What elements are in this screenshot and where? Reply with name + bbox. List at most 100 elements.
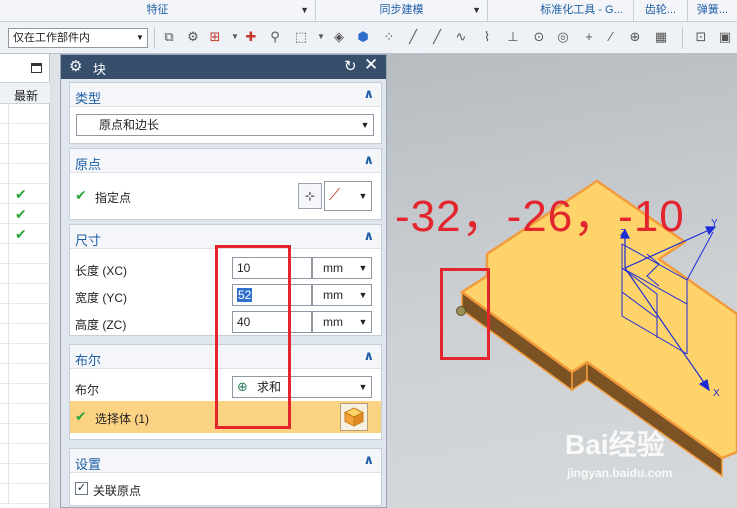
ribbon-group-standard-tools[interactable]: 标准化工具 - G...: [530, 0, 634, 21]
ribbon-group-sync-modeling[interactable]: 同步建模 ▼: [316, 0, 488, 21]
chevron-down-icon[interactable]: ▼: [355, 182, 371, 210]
list-item[interactable]: [0, 364, 50, 384]
line-icon[interactable]: ╱: [428, 28, 446, 46]
boolean-label: 布尔: [75, 383, 100, 397]
checkmark-icon: ✔: [15, 186, 27, 202]
ribbon-group-label: 标准化工具 - G...: [540, 4, 623, 16]
line-icon[interactable]: ╱: [404, 28, 422, 46]
chevron-down-icon[interactable]: ▼: [355, 285, 371, 305]
spline-icon[interactable]: ⌇: [478, 28, 496, 46]
selection-scope-value: 仅在工作部件内: [13, 32, 90, 44]
column-latest-label: 最新: [14, 89, 39, 103]
list-item[interactable]: ✔: [0, 224, 50, 244]
width-unit-select[interactable]: mm ▼: [312, 284, 372, 306]
list-item[interactable]: [0, 424, 50, 444]
chevron-up-icon[interactable]: ∧: [363, 86, 374, 102]
navigator-column-header[interactable]: 最新: [0, 82, 50, 104]
arc-center-icon[interactable]: ⊙: [530, 28, 548, 46]
ribbon-group-label: 特征: [146, 4, 169, 16]
rectangle-select-icon[interactable]: ⬚: [292, 28, 310, 46]
ribbon-group-features[interactable]: 特征 ▼: [0, 0, 316, 21]
list-item[interactable]: [0, 164, 50, 184]
list-item[interactable]: [0, 484, 50, 504]
section-header[interactable]: 设置 ∧: [70, 449, 381, 473]
gear-icon[interactable]: ⚙: [69, 57, 82, 75]
list-item[interactable]: [0, 264, 50, 284]
selection-scope-select[interactable]: 仅在工作部件内 ▼: [8, 28, 148, 48]
length-unit-select[interactable]: mm ▼: [312, 257, 372, 279]
chevron-down-icon[interactable]: ▼: [312, 28, 330, 46]
list-item[interactable]: [0, 124, 50, 144]
section-header[interactable]: 类型 ∧: [70, 83, 381, 107]
width-label: 宽度 (YC): [75, 291, 127, 305]
checkmark-icon: ✔: [15, 226, 27, 242]
chevron-up-icon[interactable]: ∧: [363, 348, 374, 364]
endpoint-icon[interactable]: ∕: [602, 28, 620, 46]
origin-section: 原点 ∧ ✔ 指定点 ⊹ ⟋ ▼: [69, 148, 382, 220]
chevron-down-icon[interactable]: ▼: [355, 377, 371, 397]
select-body-button[interactable]: [340, 403, 368, 431]
grid-icon[interactable]: ▦: [652, 28, 670, 46]
list-item[interactable]: [0, 284, 50, 304]
list-item[interactable]: ✔: [0, 204, 50, 224]
existing-point-icon[interactable]: +: [580, 28, 598, 46]
type-section: 类型 ∧ 原点和边长 ▼: [69, 82, 382, 144]
view-icon[interactable]: ▣: [716, 28, 734, 46]
chevron-up-icon[interactable]: ∧: [363, 452, 374, 468]
body-select-icon[interactable]: ⬢: [354, 28, 372, 46]
select-body-label: 选择体 (1): [95, 412, 150, 426]
link-icon[interactable]: ⚲: [266, 28, 284, 46]
x-axis-label: X: [713, 388, 720, 399]
face-select-icon[interactable]: ◈: [330, 28, 348, 46]
list-item[interactable]: [0, 344, 50, 364]
chevron-down-icon[interactable]: ▼: [133, 29, 147, 47]
feature-select-icon[interactable]: ⚙: [184, 28, 202, 46]
curve-icon[interactable]: ∿: [452, 28, 470, 46]
intersection-icon[interactable]: ⊥: [504, 28, 522, 46]
associative-origin-checkbox[interactable]: ✓: [75, 482, 88, 495]
list-item[interactable]: [0, 384, 50, 404]
list-item[interactable]: [0, 144, 50, 164]
chevron-up-icon[interactable]: ∧: [363, 228, 374, 244]
solid-body-icon: [343, 407, 365, 427]
selection-toolbar: 仅在工作部件内 ▼ ⧉ ⚙ ⊞ ▼ ✚ ⚲ ⬚ ▼ ◈ ⬢ ⁘ ╱ ╱ ∿ ⌇ …: [0, 22, 737, 54]
list-item[interactable]: [0, 324, 50, 344]
reset-icon[interactable]: ↻: [344, 57, 357, 75]
snap-point-icon[interactable]: ⊞: [206, 28, 224, 46]
point-constructor-icon[interactable]: ✚: [242, 28, 260, 46]
type-select[interactable]: 原点和边长 ▼: [76, 114, 374, 136]
list-item[interactable]: [0, 444, 50, 464]
chevron-up-icon[interactable]: ∧: [363, 152, 374, 168]
list-item[interactable]: [0, 464, 50, 484]
quadrant-point-icon[interactable]: ◎: [554, 28, 572, 46]
filter-icon[interactable]: ⧉: [160, 28, 178, 46]
height-unit-select[interactable]: mm ▼: [312, 311, 372, 333]
point-dialog-button[interactable]: ⊹: [298, 183, 322, 209]
point-type-select[interactable]: ⟋ ▼: [324, 181, 372, 211]
close-icon[interactable]: ✕: [364, 55, 378, 75]
section-header[interactable]: 原点 ∧: [70, 149, 381, 173]
list-item[interactable]: [0, 304, 50, 324]
width-unit: mm: [323, 288, 343, 302]
chevron-down-icon[interactable]: ▼: [355, 258, 371, 278]
list-item[interactable]: [0, 104, 50, 124]
highlight-box-inputs: [215, 245, 291, 429]
chevron-down-icon[interactable]: ▼: [300, 0, 309, 21]
zoom-fit-icon[interactable]: ⊡: [692, 28, 710, 46]
midpoint-icon[interactable]: ⊕: [626, 28, 644, 46]
height-unit: mm: [323, 315, 343, 329]
list-item[interactable]: [0, 404, 50, 424]
chevron-down-icon[interactable]: ▼: [355, 312, 371, 332]
maximize-icon[interactable]: [31, 63, 42, 73]
length-unit: mm: [323, 261, 343, 275]
chevron-down-icon[interactable]: ▼: [357, 115, 373, 135]
ribbon-group-spring[interactable]: 弹簧...: [688, 0, 737, 21]
watermark-url: jingyan.baidu.com: [567, 466, 673, 480]
list-item[interactable]: [0, 244, 50, 264]
vertex-icon[interactable]: ⁘: [380, 28, 398, 46]
list-item[interactable]: ✔: [0, 184, 50, 204]
dialog-title-bar[interactable]: ⚙ 块 ↻ ✕: [61, 55, 386, 79]
ribbon-group-label: 弹簧...: [696, 4, 729, 16]
chevron-down-icon[interactable]: ▼: [472, 0, 481, 21]
ribbon-group-gear[interactable]: 齿轮...: [634, 0, 688, 21]
